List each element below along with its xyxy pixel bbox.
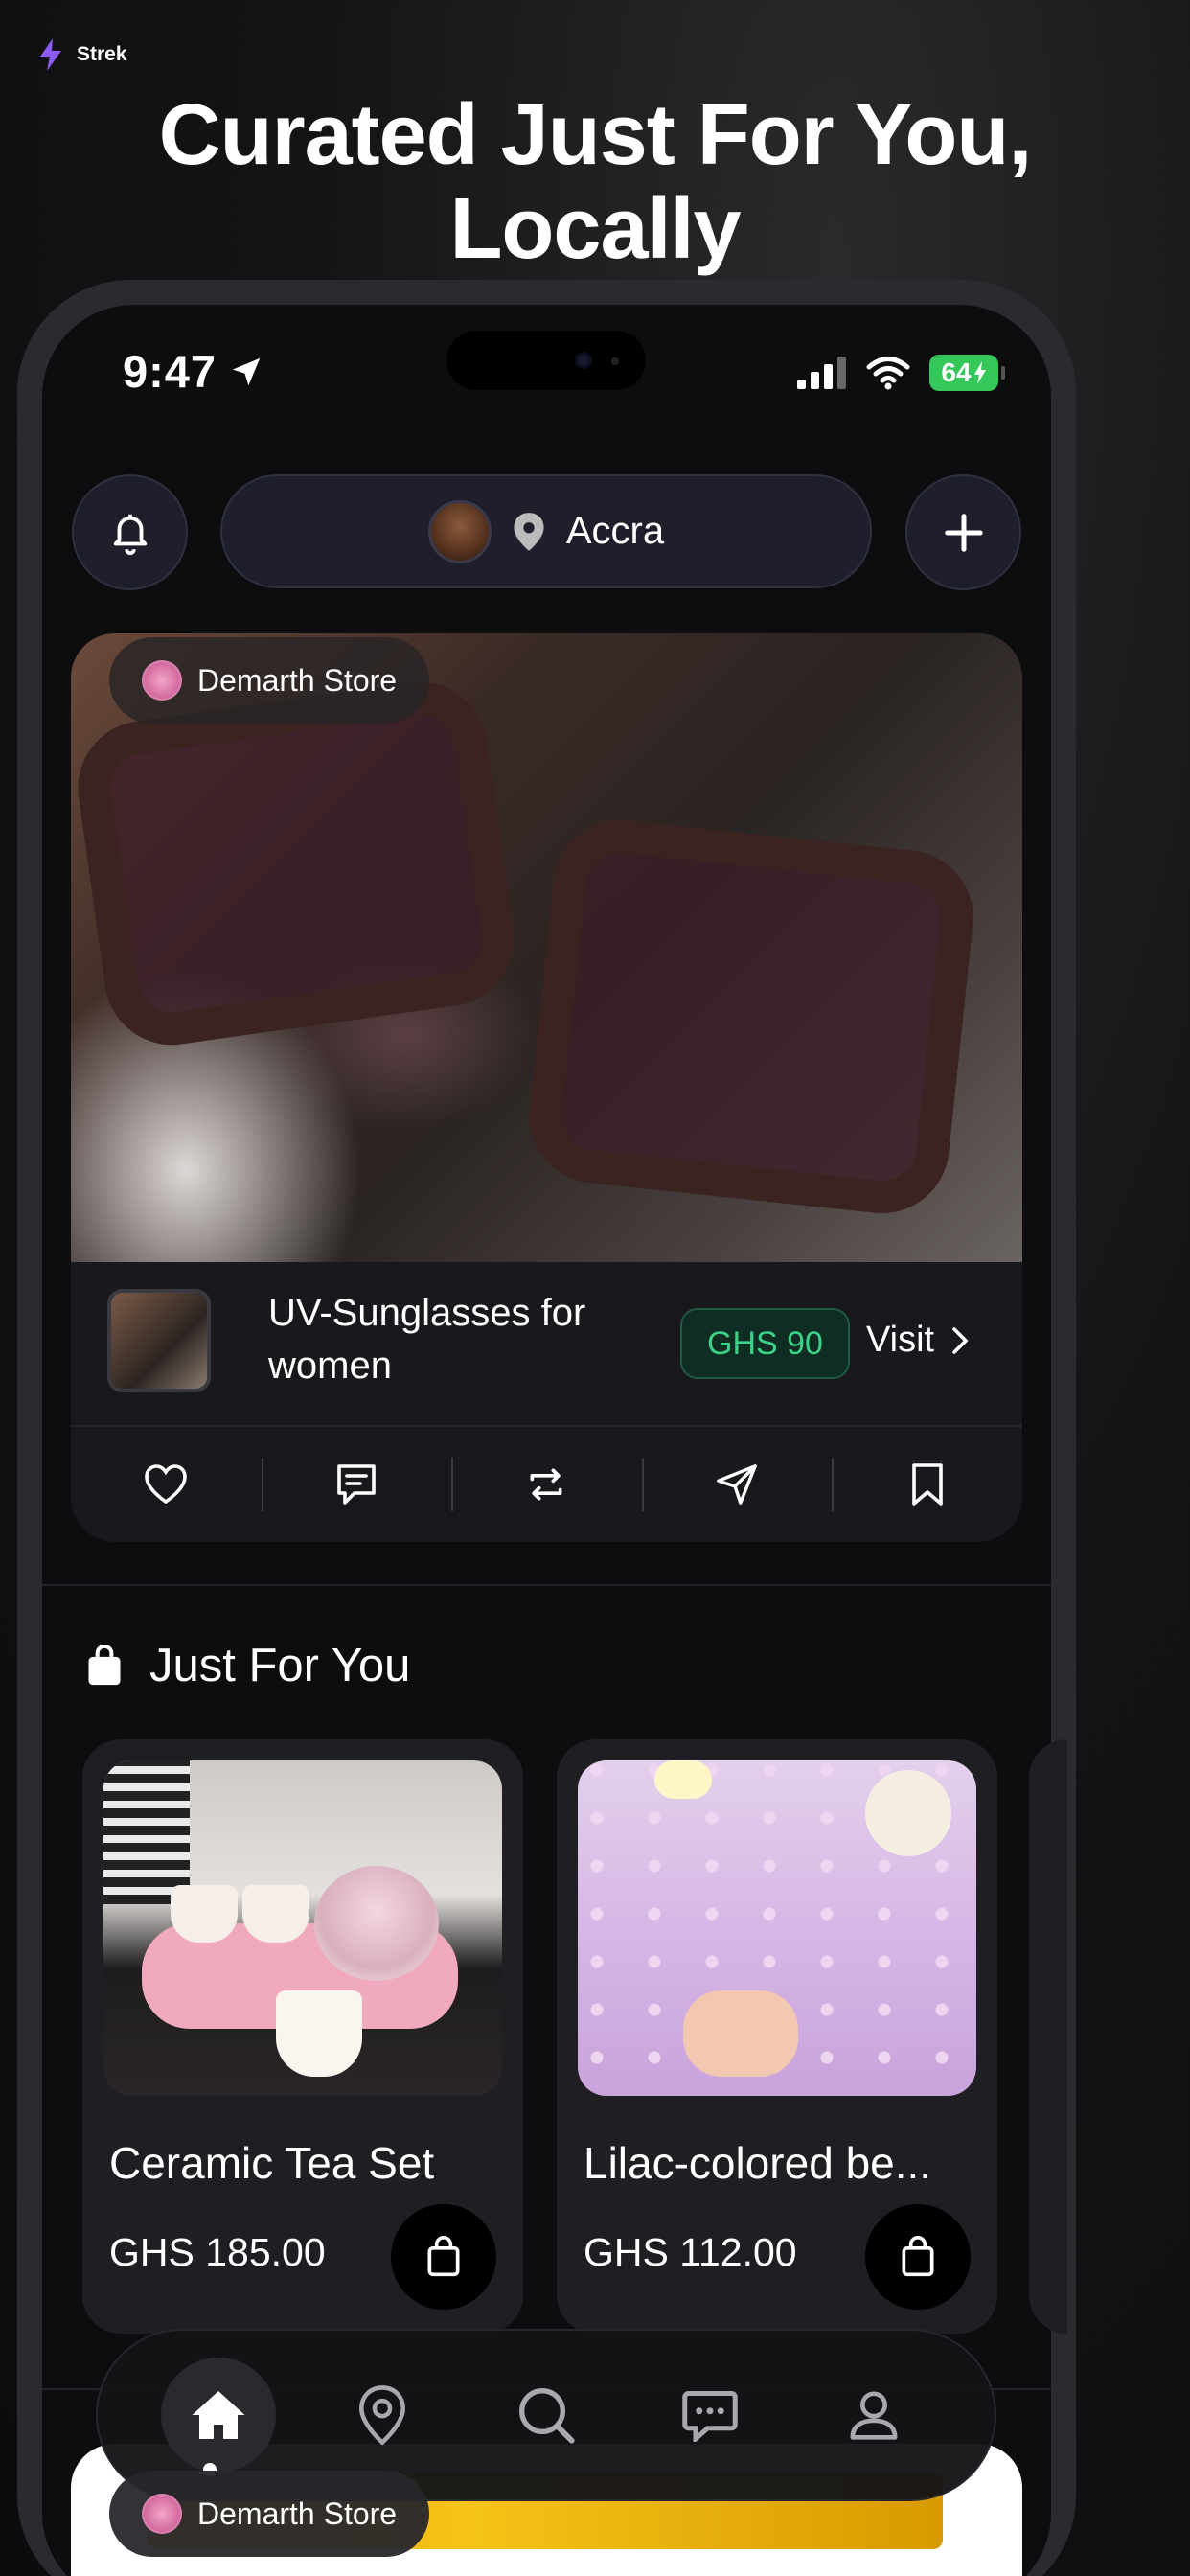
shopping-bag-icon xyxy=(902,2236,934,2277)
brand-logo: Strek xyxy=(38,38,127,71)
location-label: Accra xyxy=(565,510,665,552)
nav-map[interactable] xyxy=(325,2358,440,2472)
product-price: GHS 112.00 xyxy=(584,2230,797,2274)
product-price: GHS 185.00 xyxy=(109,2230,326,2274)
add-button[interactable] xyxy=(905,474,1021,590)
product-card[interactable]: Lilac-colored be... GHS 112.00 xyxy=(557,1739,997,2334)
nav-profile[interactable] xyxy=(816,2358,931,2472)
store-chip[interactable]: Demarth Store xyxy=(109,2471,430,2557)
status-icons: 64 xyxy=(795,355,1005,391)
charging-bolt-icon xyxy=(973,361,986,384)
status-time: 9:47 xyxy=(123,345,264,398)
sunglasses-lens-left xyxy=(71,673,523,1054)
product-thumbnail[interactable] xyxy=(107,1289,211,1392)
nav-home[interactable] xyxy=(160,2358,276,2472)
avatar[interactable] xyxy=(427,499,492,564)
like-button[interactable] xyxy=(71,1458,262,1511)
post-actions xyxy=(71,1425,1022,1542)
status-time-text: 9:47 xyxy=(123,346,217,397)
product-card-peek[interactable] xyxy=(1029,1739,1067,2334)
price-badge: GHS 90 xyxy=(680,1308,850,1379)
send-icon xyxy=(717,1464,757,1505)
map-pin-icon xyxy=(514,512,544,551)
nav-messages[interactable] xyxy=(652,2358,767,2472)
bookmark-icon xyxy=(911,1463,943,1506)
search-icon xyxy=(518,2388,575,2444)
comment-button[interactable] xyxy=(261,1458,452,1511)
notifications-button[interactable] xyxy=(72,474,188,590)
section-title: Just For You xyxy=(149,1640,411,1691)
section-divider xyxy=(42,1584,1051,1586)
plus-icon xyxy=(944,513,983,552)
visit-label: Visit xyxy=(866,1320,935,1360)
headline-line-2: Locally xyxy=(449,181,741,277)
store-name: Demarth Store xyxy=(197,2496,398,2531)
shopping-bag-icon xyxy=(88,1644,121,1686)
product-title: UV-Sunglasses for women xyxy=(268,1292,586,1387)
signal-icon xyxy=(797,356,846,389)
visit-button[interactable]: Visit xyxy=(866,1320,969,1361)
wifi-icon xyxy=(866,356,910,390)
battery-level: 64 xyxy=(941,357,972,387)
shopping-bag-icon xyxy=(427,2236,460,2277)
profile-icon xyxy=(850,2391,898,2440)
post-card[interactable]: Demarth Store UV-Sunglasses for women GH… xyxy=(71,633,1022,1542)
share-button[interactable] xyxy=(641,1458,833,1511)
post-image[interactable]: Demarth Store xyxy=(71,633,1022,1262)
headline-line-1: Curated Just For You, xyxy=(158,87,1033,183)
store-chip[interactable]: Demarth Store xyxy=(109,637,430,724)
store-name: Demarth Store xyxy=(197,662,398,698)
section-header: Just For You xyxy=(86,1639,410,1692)
store-logo xyxy=(142,660,182,701)
add-to-cart-button[interactable] xyxy=(391,2204,496,2310)
product-image xyxy=(103,1760,502,2096)
store-logo xyxy=(142,2494,182,2534)
chevron-right-icon xyxy=(952,1326,969,1354)
chat-icon xyxy=(682,2391,738,2442)
location-selector[interactable]: Accra xyxy=(220,474,872,588)
add-to-cart-button[interactable] xyxy=(865,2204,971,2310)
product-row: UV-Sunglasses for women GHS 90 Visit xyxy=(71,1262,1022,1423)
bookmark-button[interactable] xyxy=(832,1458,1022,1511)
repost-button[interactable] xyxy=(451,1458,642,1511)
product-image xyxy=(578,1760,976,2096)
comment-icon xyxy=(337,1464,376,1505)
product-name: Ceramic Tea Set xyxy=(109,2138,435,2188)
product-name: Lilac-colored be... xyxy=(584,2138,932,2188)
bolt-icon xyxy=(40,38,61,71)
home-icon xyxy=(192,2391,245,2439)
bell-icon xyxy=(113,514,147,555)
location-arrow-icon xyxy=(232,357,261,385)
sunglasses-lens-right xyxy=(522,814,980,1220)
repost-icon xyxy=(530,1468,562,1501)
dynamic-island xyxy=(446,331,646,390)
map-pin-icon xyxy=(358,2385,405,2446)
product-card[interactable]: Ceramic Tea Set GHS 185.00 xyxy=(82,1739,523,2334)
nav-search[interactable] xyxy=(489,2358,604,2472)
heart-icon xyxy=(145,1464,188,1505)
brand-name: Strek xyxy=(77,43,127,65)
page-headline: Curated Just For You, Locally xyxy=(0,88,1190,276)
battery-indicator: 64 xyxy=(929,355,1005,391)
